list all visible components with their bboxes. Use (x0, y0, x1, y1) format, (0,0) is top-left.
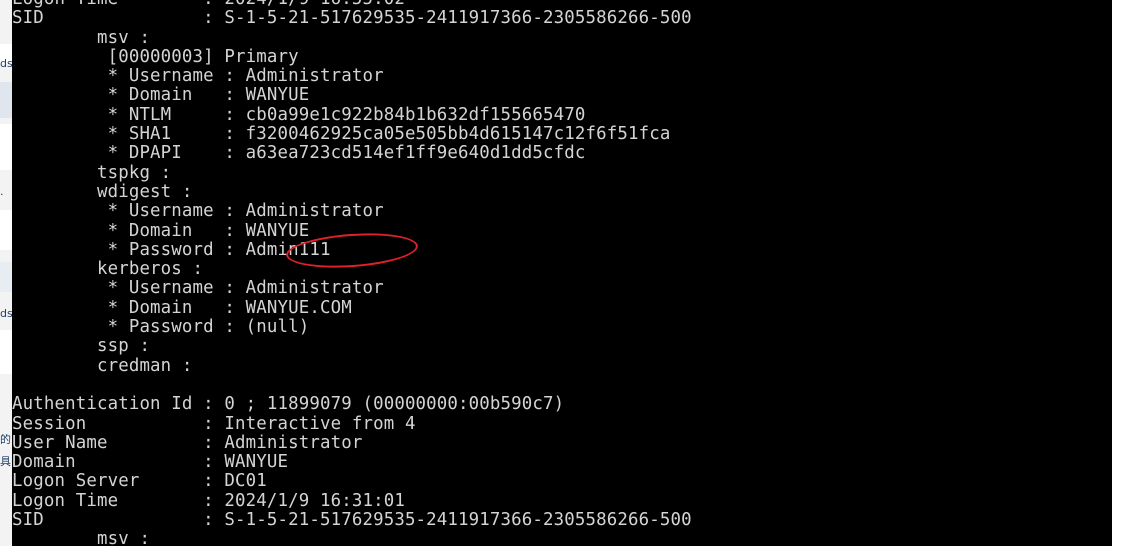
strip-glyph: 具 (0, 456, 11, 468)
console-line: * Domain : WANYUE (12, 220, 310, 241)
console-output: Logon Time : 2024/1/9 16:55:02SID : S-1-… (12, 0, 692, 546)
console-line: SID : S-1-5-21-517629535-2411917366-2305… (12, 510, 692, 531)
console-line: Authentication Id : 0 ; 11899079 (000000… (12, 394, 565, 415)
console-line: [00000003] Primary (12, 46, 299, 67)
console-line: * Password : (null) (12, 317, 310, 338)
console-line: * Username : Administrator (12, 278, 384, 299)
console-line: * SHA1 : f3200462925ca05e505bb4d615147c1… (12, 124, 671, 145)
console-line: msv : (12, 529, 151, 546)
strip-panel (0, 330, 12, 374)
console-line: * Domain : WANYUE (12, 85, 310, 106)
console-line: Session : Interactive from 4 (12, 413, 416, 434)
console-line: SID : S-1-5-21-517629535-2411917366-2305… (12, 8, 692, 29)
console-line: * Password : Admin111 (12, 239, 331, 260)
console-line: * Domain : WANYUE.COM (12, 297, 352, 318)
console-line: * Username : Administrator (12, 201, 384, 222)
strip-panel (0, 124, 12, 170)
console-line: msv : (12, 27, 151, 48)
console-line: User Name : Administrator (12, 432, 363, 453)
console-line: credman : (12, 355, 193, 376)
console-line: Logon Server : DC01 (12, 471, 267, 492)
strip-panel (0, 262, 12, 292)
strip-panel (0, 210, 12, 250)
strip-panel (0, 82, 12, 118)
console-line: Logon Time : 2024/1/9 16:31:01 (12, 490, 405, 511)
background-window-strip: ds . ds 的 具 (0, 0, 12, 546)
strip-glyph: 的 (0, 434, 11, 446)
console-line: * NTLM : cb0a99e1c922b84b1b632df15566547… (12, 104, 586, 125)
strip-glyph: ds (0, 308, 12, 320)
scrollbar-area[interactable] (1112, 0, 1125, 546)
strip-glyph: . (0, 186, 4, 198)
console-line: ssp : (12, 336, 151, 357)
strip-glyph: ds (0, 58, 12, 70)
console-line: tspkg : (12, 162, 172, 183)
screenshot-stage: ds . ds 的 具 Logon Time : 2024/1/9 16:55:… (0, 0, 1125, 546)
console-line: * Username : Administrator (12, 66, 384, 87)
console-window[interactable]: Logon Time : 2024/1/9 16:55:02SID : S-1-… (12, 0, 1112, 546)
console-line: * DPAPI : a63ea723cd514ef1ff9e640d1dd5cf… (12, 143, 586, 164)
console-line: wdigest : (12, 181, 193, 202)
console-line: kerberos : (12, 259, 204, 280)
console-line: Domain : WANYUE (12, 452, 289, 473)
